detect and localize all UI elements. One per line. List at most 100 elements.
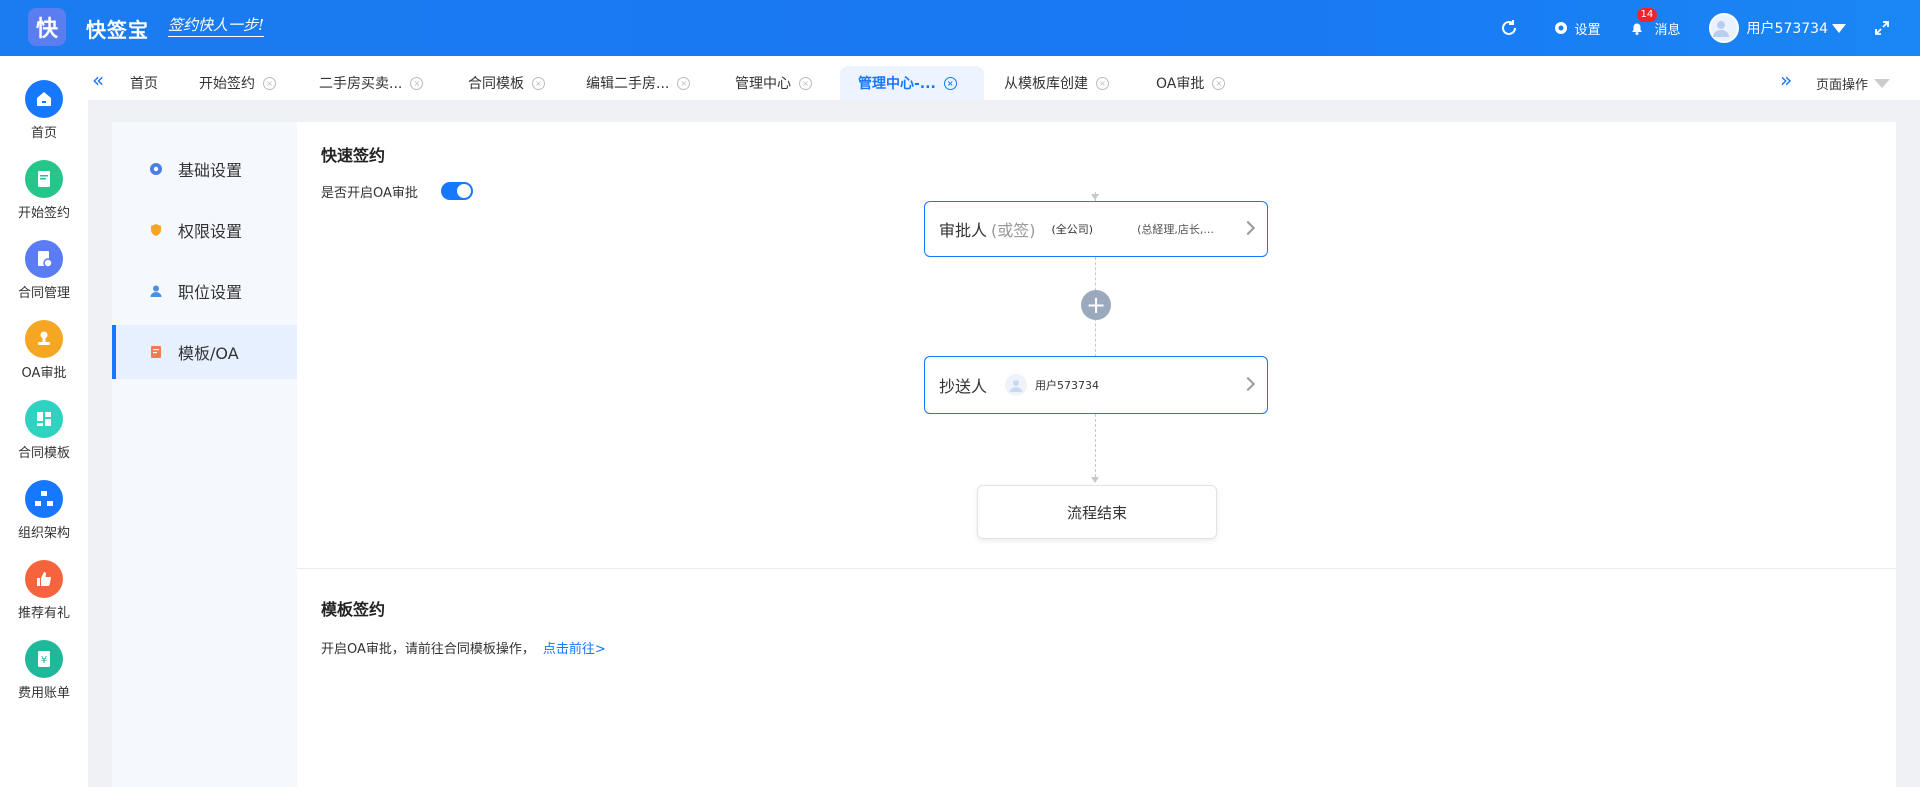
divider [297,568,1896,569]
sign-doc-icon [25,160,63,198]
home-icon [25,80,63,118]
subnav-item-permissions[interactable]: 权限设置 [112,203,297,257]
subnav-label: 基础设置 [178,161,243,180]
tab-label: 管理中心 [735,76,791,92]
nav-label: 组织架构 [17,526,70,541]
approver-scope: (全公司) [1051,223,1094,236]
left-nav: 首页 开始签约 合同管理 OA审批 合同模板 组织架构 推荐有礼 ¥ 费用账单 [0,56,88,787]
oa-toggle-label: 是否开启OA审批 [321,186,418,201]
person-icon [148,283,164,299]
nav-label: 合同管理 [17,286,70,301]
nav-item-start-sign[interactable]: 开始签约 [0,160,88,221]
chevron-down-icon [1832,23,1846,33]
cc-node[interactable]: 抄送人 用户573734 [924,356,1268,414]
approver-node[interactable]: 审批人 (或签) (全公司) (总経理,店长,... [924,201,1268,257]
close-icon[interactable]: × [532,76,545,90]
chevron-down-icon [1874,79,1890,88]
nav-item-contract-template[interactable]: 合同模板 [0,400,88,461]
chevron-right-icon [1240,220,1256,236]
user-menu[interactable]: 用户573734 [1708,13,1874,43]
tab-label: OA审批 [1156,76,1205,92]
nav-label: OA审批 [21,366,67,381]
bell-icon [1631,23,1642,35]
tab-edit-second-hand[interactable]: 编辑二手房... × [576,66,700,100]
fullscreen-icon [1875,21,1889,35]
template-doc-icon [148,344,164,360]
user-icon [1712,21,1729,37]
approver-mode: (或签) [991,221,1036,240]
nav-label: 费用账单 [17,686,70,701]
close-icon[interactable]: × [799,76,812,90]
top-bar: 快 快签宝 签约快人一步! 设置 14 消息 用户573734 [0,0,1920,56]
tab-create-from-library[interactable]: 从模板库创建 × [994,66,1119,100]
fullscreen-button[interactable] [1874,20,1896,36]
close-icon[interactable]: × [410,76,424,90]
settings-subnav: 基础设置 权限设置 职位设置 模板/OA [112,122,297,787]
add-node-button[interactable]: + [1081,290,1111,320]
app-name: 快签宝 [86,18,149,42]
messages-label: 消息 [1654,22,1681,38]
tab-start-sign[interactable]: 开始签约 × [189,66,286,100]
tab-admin-center-sub[interactable]: 管理中心-... × [840,66,984,100]
approver-roles: (总経理,店长,... [1137,223,1214,236]
tab-admin-center[interactable]: 管理中心 × [725,66,822,100]
nav-label: 开始签约 [17,206,70,221]
close-icon[interactable]: × [1096,76,1109,90]
settings-button[interactable]: 设置 [1553,19,1601,38]
nav-label: 推荐有礼 [17,606,70,621]
tab-contract-template[interactable]: 合同模板 × [458,66,555,100]
tab-bar: « 首页 开始签约 × 二手房买卖... × 合同模板 × 编辑二手房... × 管理中… [88,56,1920,100]
page-ops-label: 页面操作 [1815,78,1868,93]
template-sign-desc: 开启OA审批，请前往合同模板操作， [321,642,535,657]
subnav-item-template-oa[interactable]: 模板/OA [112,325,297,379]
chevron-right-icon [1240,376,1256,392]
settings-label: 设置 [1574,22,1601,38]
messages-button[interactable]: 14 消息 [1629,8,1681,38]
bell-wrap: 14 [1629,8,1658,36]
tab-label: 二手房买卖... [319,76,403,92]
quick-sign-title: 快速签约 [321,146,386,165]
oa-toggle-switch[interactable] [441,182,473,200]
tabs-scroll-left-icon[interactable]: « [92,68,104,92]
go-to-template-link[interactable]: 点击前往> [543,642,606,657]
user-name: 用户573734 [1746,21,1828,37]
nav-item-billing[interactable]: ¥ 费用账单 [0,640,88,701]
nav-item-referral[interactable]: 推荐有礼 [0,560,88,621]
template-sign-title: 模板签约 [321,600,386,619]
close-icon[interactable]: × [677,76,691,90]
gear-icon [148,161,164,177]
tab-oa-approval[interactable]: OA审批 × [1146,66,1235,100]
subnav-label: 职位设置 [178,283,243,302]
nav-item-home[interactable]: 首页 [0,80,88,141]
page-ops-dropdown[interactable]: 页面操作 [1816,74,1890,93]
tab-label: 开始签约 [199,76,255,92]
subnav-item-positions[interactable]: 职位设置 [112,264,297,318]
refresh-button[interactable] [1499,18,1525,38]
user-icon [1010,380,1023,392]
flow-connector [1095,414,1096,482]
nav-item-contract-manage[interactable]: 合同管理 [0,240,88,301]
nav-item-oa-approval[interactable]: OA审批 [0,320,88,381]
nav-item-org[interactable]: 组织架构 [0,480,88,541]
gear-icon [1554,22,1567,34]
subnav-item-basic[interactable]: 基础设置 [112,142,297,196]
tab-label: 合同模板 [468,76,524,92]
tab-second-hand-sale[interactable]: 二手房买卖... × [309,66,433,100]
close-icon[interactable]: × [943,76,957,90]
flow-end-label: 流程结束 [1066,503,1127,522]
refresh-icon [1501,20,1516,35]
stamp-icon [25,320,63,358]
tab-home[interactable]: 首页 [120,66,168,100]
cc-user: 用户573734 [1035,379,1100,392]
tab-label: 管理中心-... [858,76,936,92]
close-icon[interactable]: × [1212,76,1226,90]
logo[interactable]: 快 [28,8,66,46]
flow-arrow-icon [1091,194,1099,200]
template-icon [25,400,63,438]
close-icon[interactable]: × [263,76,276,90]
tab-label: 从模板库创建 [1004,76,1088,92]
cc-avatar [1005,374,1028,396]
thumbs-up-icon [25,560,63,598]
cc-title: 抄送人 [939,377,988,396]
tabs-scroll-right-icon[interactable]: » [1780,68,1792,92]
